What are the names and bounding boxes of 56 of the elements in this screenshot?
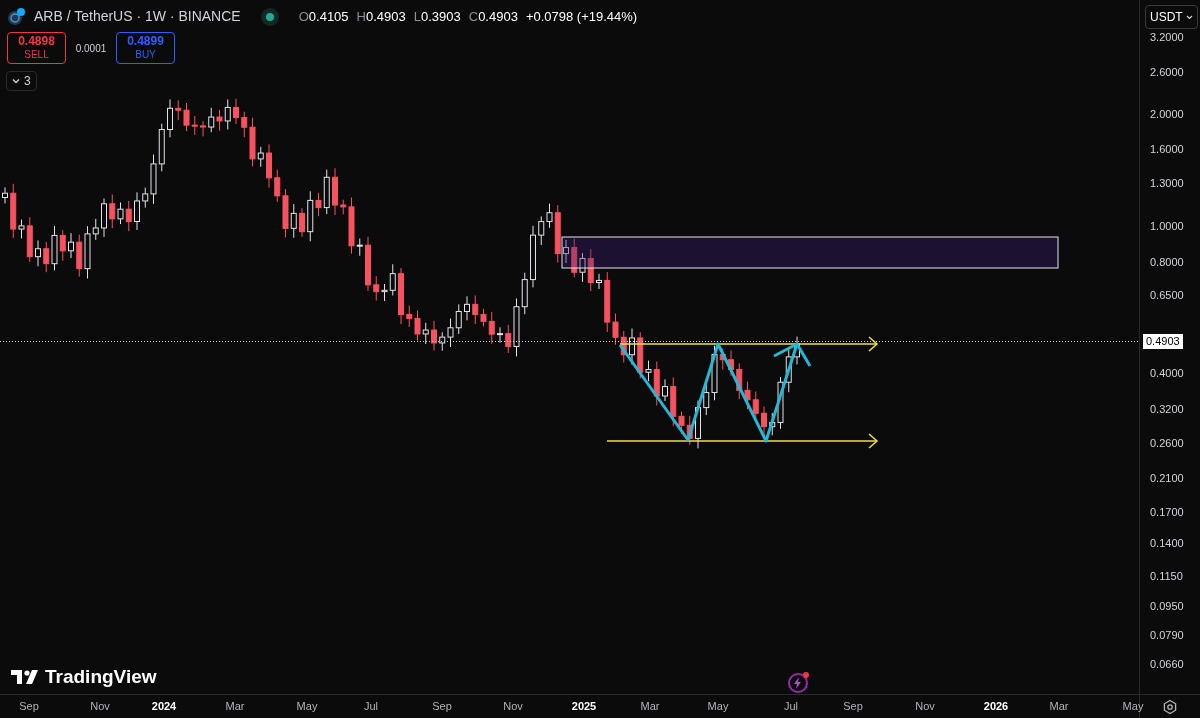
price-label: 0.2600 — [1150, 436, 1184, 450]
time-label: Sep — [19, 699, 39, 713]
price-label: 2.6000 — [1150, 65, 1184, 79]
time-label: Jul — [783, 699, 799, 713]
time-label: May — [1122, 699, 1144, 713]
price-label: 1.6000 — [1150, 142, 1184, 156]
price-label: 2.0000 — [1150, 107, 1184, 121]
sell-button[interactable]: 0.4898 SELL — [7, 32, 66, 64]
price-label: 0.8000 — [1150, 255, 1184, 269]
time-label: May — [296, 699, 318, 713]
price-label: 0.3200 — [1150, 402, 1184, 416]
arrowhead-drawing — [773, 342, 812, 367]
time-label: Nov — [503, 699, 523, 713]
price-label: 0.0790 — [1150, 628, 1184, 642]
time-label: Mar — [1049, 699, 1069, 713]
time-label: 2026 — [983, 699, 1009, 713]
time-label: 2024 — [151, 699, 177, 713]
time-label: Nov — [915, 699, 935, 713]
price-label: 0.0950 — [1150, 599, 1184, 613]
time-label: 2025 — [571, 699, 597, 713]
price-label: 0.2100 — [1150, 471, 1184, 485]
time-label: Mar — [225, 699, 245, 713]
ohlc-value: C0.4903 — [468, 7, 518, 26]
time-label: May — [707, 699, 729, 713]
symbol-title[interactable]: ARB / TetherUS · 1W · BINANCE — [34, 6, 241, 27]
price-change: +0.0798 (+19.44%) — [525, 7, 638, 26]
price-label: 0.6500 — [1150, 288, 1184, 302]
brand-logo-icon — [11, 669, 41, 686]
price-label: 0.1700 — [1150, 505, 1184, 519]
time-label: Sep — [843, 699, 863, 713]
settings-icon[interactable] — [1162, 698, 1178, 715]
buy-button[interactable]: 0.4899 BUY — [116, 32, 175, 64]
market-status-icon — [260, 7, 279, 26]
price-label: 0.0660 — [1150, 657, 1184, 671]
spread-value: 0.0001 — [74, 41, 108, 56]
price-label: 0.1400 — [1150, 536, 1184, 550]
coin-logo-icon — [6, 6, 26, 27]
chevron-icon — [1185, 14, 1193, 20]
time-label: Jul — [363, 699, 379, 713]
price-label: 3.2000 — [1150, 30, 1184, 44]
time-label: Mar — [640, 699, 660, 713]
lightning-icon[interactable] — [788, 673, 808, 693]
brand-name: TradingView — [45, 665, 157, 689]
ohlc-value: H0.4903 — [356, 7, 406, 26]
price-label: 0.1150 — [1150, 569, 1183, 583]
price-label: 1.3000 — [1150, 176, 1184, 190]
ohlc-value: L0.3903 — [413, 7, 461, 26]
chevron-icon — [12, 78, 20, 84]
time-label: Sep — [432, 699, 452, 713]
price-label: 1.0000 — [1150, 219, 1184, 233]
last-price-label: 0.4903 — [1143, 334, 1183, 349]
currency-dropdown[interactable]: USDT — [1145, 5, 1198, 29]
ohlc-value: O0.4105 — [298, 7, 349, 26]
price-label: 0.4000 — [1150, 366, 1184, 380]
indicators-toggle-button[interactable]: 3 — [6, 71, 37, 91]
time-label: Nov — [90, 699, 110, 713]
